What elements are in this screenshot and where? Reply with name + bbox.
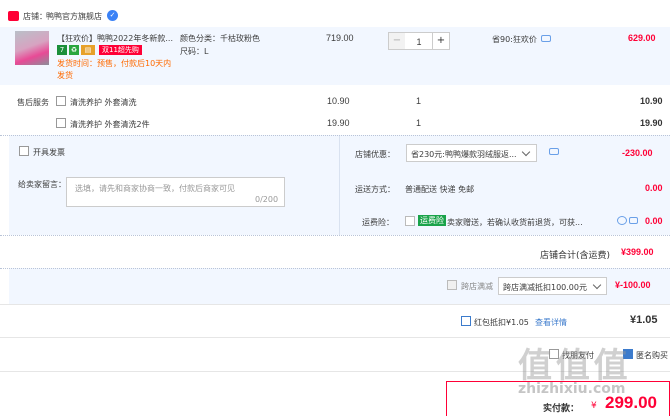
- aftersale-total-1: 10.90: [640, 96, 663, 106]
- item-thumbnail[interactable]: [15, 31, 49, 65]
- promo-tag: 双11超先购: [99, 45, 142, 55]
- aftersale-qty-2: 1: [416, 118, 422, 128]
- shop-badge-icon: ✓: [107, 10, 118, 21]
- saving-label: 省90:狂欢价: [492, 35, 537, 44]
- delivery-value: 普通配送 快递 免邮: [405, 185, 475, 194]
- shop-coupon-amount: -230.00: [622, 148, 653, 158]
- aftersale-label: 售后服务: [17, 98, 49, 107]
- sku-color: 颜色分类：千枯玫粉色: [180, 34, 260, 43]
- shop-total-label: 店铺合计(含运费): [540, 251, 611, 261]
- ship-time: 发货时间：预售，付款后10天内: [57, 59, 172, 68]
- insurance-tag: 运费险: [418, 215, 446, 226]
- unit-price: 719.00: [326, 33, 354, 43]
- actual-currency: ¥: [591, 401, 597, 411]
- aftersale-price-1: 10.90: [327, 96, 350, 106]
- chat-icon[interactable]: [541, 35, 551, 42]
- anonymous-label: 匿名购买: [636, 351, 668, 360]
- dotted-divider-3: [0, 268, 670, 269]
- insurance-desc: 卖家赠送，若确认收货前退货，可获...: [447, 218, 583, 227]
- aftersale-checkbox-2[interactable]: [56, 118, 66, 128]
- delivery-amount: 0.00: [645, 183, 663, 193]
- insurance-chat-icon[interactable]: [629, 217, 638, 224]
- item-subtotal: 629.00: [628, 33, 656, 43]
- insurance-label: 运费险：: [362, 218, 394, 227]
- shop-total-amount: ¥399.00: [621, 247, 654, 257]
- message-counter: 0/200: [255, 195, 279, 204]
- chevron-down-icon: [521, 147, 531, 157]
- aftersale-qty-1: 1: [416, 96, 422, 106]
- dotted-divider-2: [0, 235, 670, 236]
- qty-input[interactable]: 1: [405, 32, 433, 50]
- cross-shop-select[interactable]: 跨店满减抵扣100.00元: [498, 277, 607, 295]
- cross-shop-label: 跨店满减: [461, 282, 493, 291]
- message-placeholder: 选填，请先和商家协商一致，付款后商家可见: [75, 184, 235, 193]
- shop-coupon-label: 店铺优惠：: [355, 150, 395, 159]
- tag-icon-recycle: ♻: [69, 45, 79, 55]
- sku-size: 尺码：L: [180, 47, 209, 56]
- panel-divider: [339, 135, 340, 235]
- invoice-checkbox[interactable]: [19, 146, 29, 156]
- coupon-chat-icon[interactable]: [549, 148, 559, 155]
- actual-label: 实付款：: [543, 404, 580, 414]
- message-textarea[interactable]: 选填，请先和商家协商一致，付款后商家可见 0/200: [66, 177, 285, 207]
- tag-icon-card: ▤: [81, 45, 95, 55]
- invoice-label: 开具发票: [33, 148, 65, 157]
- watermark-logo: 值 值 值: [518, 346, 628, 386]
- aftersale-checkbox-1[interactable]: [56, 96, 66, 106]
- aftersale-total-2: 19.90: [640, 118, 663, 128]
- red-packet-amount: ¥1.05: [630, 314, 658, 326]
- message-label: 给卖家留言：: [18, 180, 66, 189]
- aftersale-price-2: 19.90: [327, 118, 350, 128]
- anonymous-checkbox[interactable]: [623, 349, 633, 359]
- item-title[interactable]: 【狂欢价】鸭鸭2022年冬新款...: [57, 33, 173, 44]
- watermark-domain: zhizhixiu.com: [518, 381, 626, 397]
- ship-time-2: 发货: [57, 71, 73, 80]
- qty-plus-button[interactable]: +: [432, 32, 450, 50]
- insurance-checkbox[interactable]: [405, 216, 415, 226]
- aftersale-name-1: 清洗养护 外套清洗: [70, 98, 137, 107]
- qty-minus-button[interactable]: −: [388, 32, 406, 50]
- quantity-stepper: − 1 +: [388, 32, 452, 50]
- shop-icon: [8, 11, 19, 21]
- red-packet-checkbox[interactable]: [461, 316, 471, 326]
- insurance-help-icon[interactable]: [617, 216, 627, 225]
- insurance-amount: 0.00: [645, 216, 663, 226]
- cross-shop-amount: ¥-100.00: [615, 280, 651, 290]
- shop-coupon-value: 省230元:鸭鸭爆款羽绒服返...: [411, 150, 517, 159]
- shop-name[interactable]: 鸭鸭官方旗舰店: [46, 11, 102, 22]
- red-packet-link[interactable]: 查看详情: [535, 317, 567, 328]
- tag-icon-7: 7: [57, 45, 67, 55]
- divider-4: [0, 304, 670, 305]
- cross-shop-value: 跨店满减抵扣100.00元: [503, 283, 587, 292]
- dotted-divider-1: [0, 135, 670, 136]
- aftersale-name-2: 清洗养护 外套清洗2件: [70, 120, 150, 129]
- delivery-label: 运送方式：: [355, 185, 395, 194]
- red-packet-label: 红包抵扣¥1.05: [474, 318, 529, 327]
- shop-coupon-select[interactable]: 省230元:鸭鸭爆款羽绒服返...: [406, 144, 537, 162]
- cross-shop-chevron-icon: [592, 280, 602, 290]
- cross-shop-checkbox[interactable]: [447, 280, 457, 290]
- shop-label: 店铺：: [23, 12, 47, 21]
